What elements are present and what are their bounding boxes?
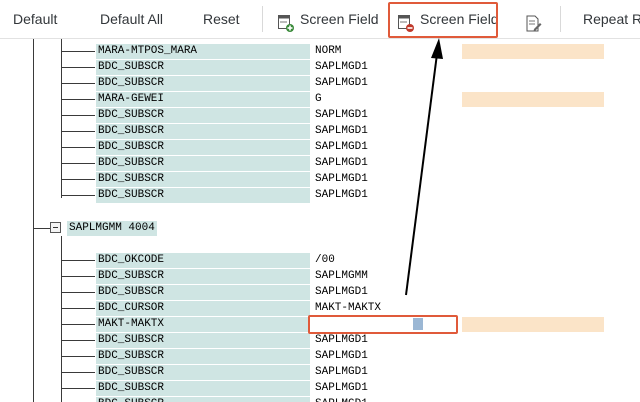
annotation-arrow [405, 38, 443, 296]
